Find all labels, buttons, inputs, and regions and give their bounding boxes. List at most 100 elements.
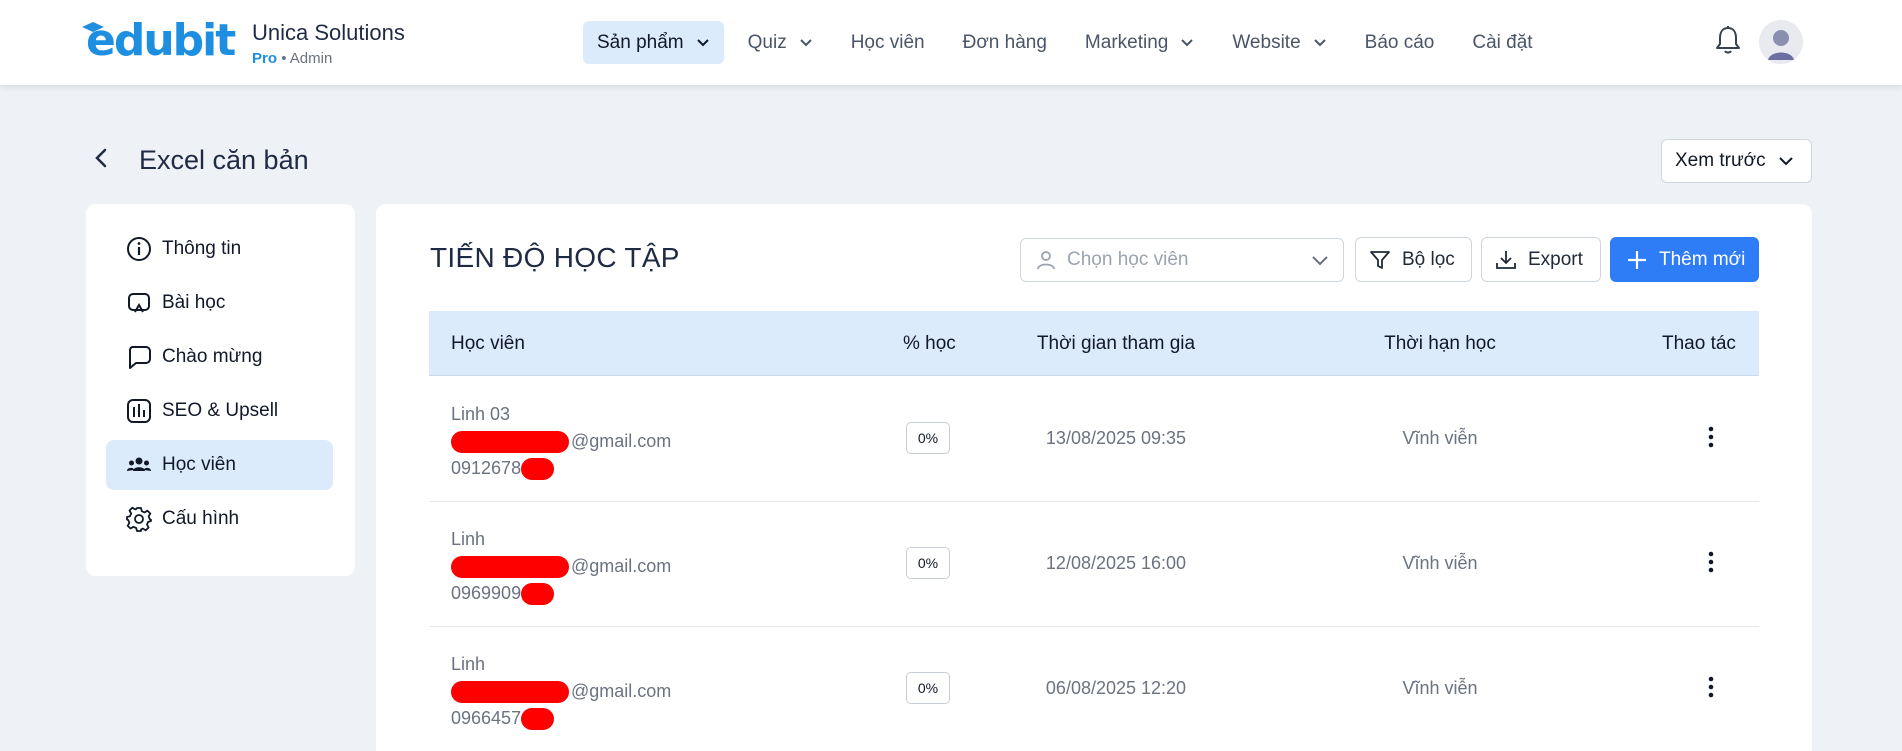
study-deadline: Vĩnh viễn: [1402, 428, 1478, 448]
col-header-actions: Thao tác: [1662, 333, 1736, 354]
chat-bubble-icon: [128, 346, 151, 369]
nav-item-bao-cao[interactable]: Báo cáo: [1351, 21, 1449, 64]
email-suffix: @gmail.com: [571, 431, 672, 451]
student-email: @gmail.com: [451, 428, 671, 455]
add-new-button[interactable]: Thêm mới: [1610, 237, 1759, 282]
download-icon: [1496, 250, 1516, 269]
sidebar-item-cau-hinh[interactable]: Cấu hình: [106, 494, 333, 544]
progress-badge: 0%: [906, 547, 950, 579]
sidebar-item-seo-upsell[interactable]: SEO & Upsell: [106, 386, 333, 436]
email-suffix: @gmail.com: [571, 681, 672, 701]
col-header-student: Học viên: [451, 333, 525, 354]
redaction-mark: [521, 583, 555, 606]
company-name: Unica Solutions: [252, 20, 405, 45]
chevron-down-icon: [1181, 38, 1194, 46]
brand-info: Unica Solutions Pro • Admin: [252, 20, 405, 67]
nav-item-label: Sản phẩm: [597, 31, 684, 53]
joined-time: 13/08/2025 09:35: [1045, 428, 1187, 448]
sidebar-item-bai-hoc[interactable]: Bài học: [106, 278, 333, 328]
redaction-mark: [521, 708, 555, 731]
nav-item-don-hang[interactable]: Đơn hàng: [949, 21, 1061, 64]
student-name: Linh: [451, 654, 486, 674]
nav-item-marketing[interactable]: Marketing: [1071, 21, 1208, 64]
sidebar-item-hoc-vien[interactable]: Học viên: [106, 440, 333, 490]
student-name: Linh 03: [451, 404, 511, 424]
back-arrow-icon[interactable]: [92, 146, 112, 170]
sidebar-item-chao-mung[interactable]: Chào mừng: [106, 332, 333, 382]
top-navbar: edubit Unica Solutions Pro • Admin Sản p…: [0, 0, 1902, 85]
plan-badge: Pro: [252, 50, 278, 67]
graduation-cap-icon: [82, 22, 104, 32]
student-email: @gmail.com: [451, 553, 671, 580]
phone-prefix: 0912678: [451, 458, 522, 478]
more-actions-icon[interactable]: [1702, 550, 1720, 574]
users-icon: [127, 457, 151, 471]
export-label: Export: [1528, 248, 1583, 270]
nav-item-label: Đơn hàng: [962, 31, 1047, 53]
col-header-progress: % học: [903, 333, 956, 354]
avatar-icon: [1760, 21, 1802, 63]
nav-item-hoc-vien[interactable]: Học viên: [837, 21, 939, 64]
student-phone: 0966457: [451, 705, 671, 732]
bell-icon[interactable]: [1714, 25, 1742, 55]
joined-time: 12/08/2025 16:00: [1045, 553, 1187, 573]
nav-item-label: Học viên: [850, 31, 925, 53]
student-email: @gmail.com: [451, 678, 671, 705]
filter-label: Bộ lọc: [1402, 248, 1455, 270]
sidebar-item-label: Học viên: [162, 454, 236, 475]
gear-icon: [126, 506, 152, 532]
filter-button[interactable]: Bộ lọc: [1355, 237, 1472, 282]
sidebar-item-label: Cấu hình: [162, 508, 240, 529]
account-plan: Pro • Admin: [252, 50, 405, 67]
table-row: Linh 03 @gmail.com 0912678 0% 13/08/2025…: [429, 377, 1759, 502]
sidebar-item-label: Chào mừng: [162, 346, 263, 367]
student-phone: 0912678: [451, 455, 671, 482]
chevron-down-icon: [1312, 256, 1328, 266]
more-actions-icon[interactable]: [1702, 675, 1720, 699]
sidebar-item-label: SEO & Upsell: [162, 400, 279, 421]
nav-item-website[interactable]: Website: [1218, 21, 1340, 64]
preview-dropdown-button[interactable]: Xem trước: [1661, 139, 1812, 183]
progress-panel: TIẾN ĐỘ HỌC TẬP Chọn học viên Bộ lọc Exp…: [376, 204, 1812, 751]
table-row: Linh @gmail.com 0969909 0% 12/08/2025 16…: [429, 502, 1759, 627]
edubit-logo[interactable]: edubit: [82, 18, 236, 64]
student-cell: Linh @gmail.com 0969909: [451, 526, 671, 607]
user-icon: [1037, 251, 1055, 270]
student-select[interactable]: Chọn học viên: [1020, 238, 1344, 282]
lesson-icon: [128, 293, 150, 313]
sidebar-item-label: Thông tin: [162, 238, 242, 259]
nav-item-label: Website: [1232, 31, 1301, 53]
preview-label: Xem trước: [1675, 150, 1766, 171]
chevron-down-icon: [696, 38, 709, 46]
user-avatar[interactable]: [1759, 20, 1803, 64]
plan-separator: •: [281, 50, 287, 67]
export-button[interactable]: Export: [1481, 237, 1601, 282]
plus-icon: [1628, 250, 1646, 269]
nav-item-cai-dat[interactable]: Cài đặt: [1458, 21, 1546, 64]
table-row: Linh @gmail.com 0966457 0% 06/08/2025 12…: [429, 627, 1759, 751]
progress-badge: 0%: [906, 422, 950, 454]
redaction-mark: [521, 458, 555, 481]
sidebar-item-thong-tin[interactable]: Thông tin: [106, 224, 333, 274]
page-title: Excel căn bản: [139, 145, 309, 175]
redaction-mark: [451, 556, 569, 579]
nav-item-label: Quiz: [747, 31, 787, 53]
table-header: Học viên % học Thời gian tham gia Thời h…: [429, 311, 1759, 376]
student-phone: 0969909: [451, 580, 671, 607]
study-deadline: Vĩnh viễn: [1402, 553, 1478, 573]
add-label: Thêm mới: [1659, 248, 1746, 270]
more-actions-icon[interactable]: [1702, 425, 1720, 449]
study-deadline: Vĩnh viễn: [1402, 678, 1478, 698]
chevron-down-icon: [1778, 157, 1793, 166]
section-title: TIẾN ĐỘ HỌC TẬP: [430, 242, 680, 273]
student-name: Linh: [451, 529, 486, 549]
nav-item-san-pham[interactable]: Sản phẩm: [583, 21, 724, 64]
phone-prefix: 0969909: [451, 583, 522, 603]
nav-item-quiz[interactable]: Quiz: [734, 21, 827, 64]
student-cell: Linh @gmail.com 0966457: [451, 651, 671, 732]
student-cell: Linh 03 @gmail.com 0912678: [451, 401, 671, 482]
col-header-joined: Thời gian tham gia: [1036, 333, 1196, 354]
joined-time: 06/08/2025 12:20: [1045, 678, 1187, 698]
info-icon: [127, 237, 151, 261]
progress-badge: 0%: [906, 672, 950, 704]
